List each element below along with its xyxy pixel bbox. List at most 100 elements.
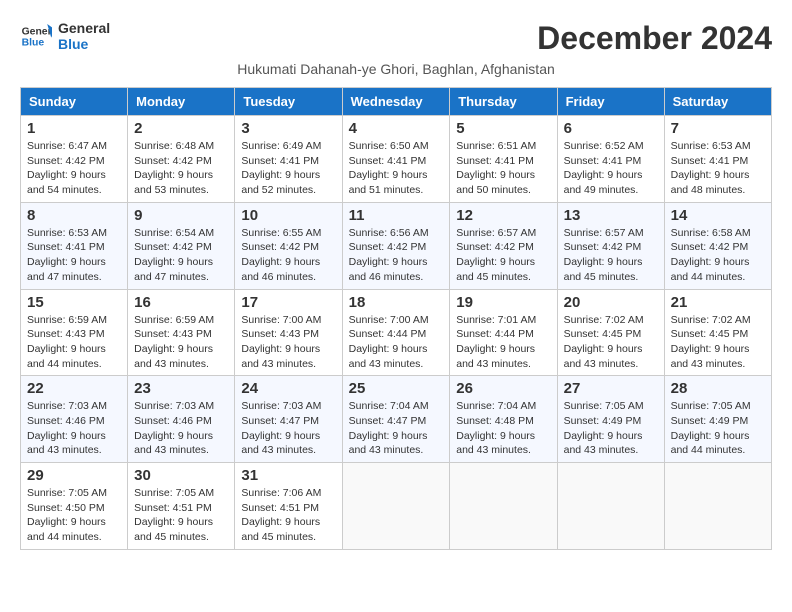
weekday-header-wednesday: Wednesday — [342, 88, 450, 116]
day-number: 8 — [27, 207, 121, 224]
calendar-table: SundayMondayTuesdayWednesdayThursdayFrid… — [20, 87, 772, 550]
svg-text:Blue: Blue — [22, 38, 45, 49]
day-info: Sunrise: 7:04 AM Sunset: 4:48 PM Dayligh… — [456, 399, 550, 458]
day-number: 26 — [456, 380, 550, 397]
calendar-week-5: 29 Sunrise: 7:05 AM Sunset: 4:50 PM Dayl… — [21, 463, 772, 550]
day-number: 1 — [27, 120, 121, 137]
day-number: 20 — [564, 294, 658, 311]
day-number: 17 — [241, 294, 335, 311]
calendar-day-3: 3 Sunrise: 6:49 AM Sunset: 4:41 PM Dayli… — [235, 116, 342, 203]
weekday-header-row: SundayMondayTuesdayWednesdayThursdayFrid… — [21, 88, 772, 116]
calendar-day-8: 8 Sunrise: 6:53 AM Sunset: 4:41 PM Dayli… — [21, 202, 128, 289]
day-info: Sunrise: 6:54 AM Sunset: 4:42 PM Dayligh… — [134, 226, 228, 285]
calendar-day-10: 10 Sunrise: 6:55 AM Sunset: 4:42 PM Dayl… — [235, 202, 342, 289]
day-info: Sunrise: 7:05 AM Sunset: 4:49 PM Dayligh… — [564, 399, 658, 458]
calendar-day-15: 15 Sunrise: 6:59 AM Sunset: 4:43 PM Dayl… — [21, 289, 128, 376]
day-number: 10 — [241, 207, 335, 224]
day-info: Sunrise: 7:03 AM Sunset: 4:47 PM Dayligh… — [241, 399, 335, 458]
subtitle: Hukumati Dahanah-ye Ghori, Baghlan, Afgh… — [20, 61, 772, 77]
calendar-day-27: 27 Sunrise: 7:05 AM Sunset: 4:49 PM Dayl… — [557, 376, 664, 463]
day-info: Sunrise: 6:49 AM Sunset: 4:41 PM Dayligh… — [241, 139, 335, 198]
calendar-week-1: 1 Sunrise: 6:47 AM Sunset: 4:42 PM Dayli… — [21, 116, 772, 203]
day-number: 16 — [134, 294, 228, 311]
calendar-day-14: 14 Sunrise: 6:58 AM Sunset: 4:42 PM Dayl… — [664, 202, 771, 289]
day-number: 9 — [134, 207, 228, 224]
day-number: 31 — [241, 467, 335, 484]
calendar-day-20: 20 Sunrise: 7:02 AM Sunset: 4:45 PM Dayl… — [557, 289, 664, 376]
day-number: 25 — [349, 380, 444, 397]
day-info: Sunrise: 6:59 AM Sunset: 4:43 PM Dayligh… — [134, 313, 228, 372]
day-info: Sunrise: 7:06 AM Sunset: 4:51 PM Dayligh… — [241, 486, 335, 545]
day-info: Sunrise: 7:05 AM Sunset: 4:51 PM Dayligh… — [134, 486, 228, 545]
day-info: Sunrise: 7:04 AM Sunset: 4:47 PM Dayligh… — [349, 399, 444, 458]
day-info: Sunrise: 6:51 AM Sunset: 4:41 PM Dayligh… — [456, 139, 550, 198]
logo-line2: Blue — [58, 36, 110, 52]
month-title: December 2024 — [537, 20, 772, 57]
day-number: 24 — [241, 380, 335, 397]
day-number: 18 — [349, 294, 444, 311]
calendar-day-1: 1 Sunrise: 6:47 AM Sunset: 4:42 PM Dayli… — [21, 116, 128, 203]
calendar-day-22: 22 Sunrise: 7:03 AM Sunset: 4:46 PM Dayl… — [21, 376, 128, 463]
calendar-day-25: 25 Sunrise: 7:04 AM Sunset: 4:47 PM Dayl… — [342, 376, 450, 463]
calendar-day-31: 31 Sunrise: 7:06 AM Sunset: 4:51 PM Dayl… — [235, 463, 342, 550]
day-number: 5 — [456, 120, 550, 137]
svg-text:General: General — [22, 26, 52, 37]
weekday-header-monday: Monday — [128, 88, 235, 116]
calendar-day-5: 5 Sunrise: 6:51 AM Sunset: 4:41 PM Dayli… — [450, 116, 557, 203]
day-info: Sunrise: 6:58 AM Sunset: 4:42 PM Dayligh… — [671, 226, 765, 285]
day-info: Sunrise: 7:00 AM Sunset: 4:43 PM Dayligh… — [241, 313, 335, 372]
calendar-week-4: 22 Sunrise: 7:03 AM Sunset: 4:46 PM Dayl… — [21, 376, 772, 463]
day-info: Sunrise: 7:01 AM Sunset: 4:44 PM Dayligh… — [456, 313, 550, 372]
day-number: 13 — [564, 207, 658, 224]
day-info: Sunrise: 7:02 AM Sunset: 4:45 PM Dayligh… — [671, 313, 765, 372]
day-info: Sunrise: 6:53 AM Sunset: 4:41 PM Dayligh… — [671, 139, 765, 198]
calendar-day-28: 28 Sunrise: 7:05 AM Sunset: 4:49 PM Dayl… — [664, 376, 771, 463]
weekday-header-thursday: Thursday — [450, 88, 557, 116]
calendar-day-11: 11 Sunrise: 6:56 AM Sunset: 4:42 PM Dayl… — [342, 202, 450, 289]
day-info: Sunrise: 6:47 AM Sunset: 4:42 PM Dayligh… — [27, 139, 121, 198]
day-number: 28 — [671, 380, 765, 397]
day-info: Sunrise: 6:59 AM Sunset: 4:43 PM Dayligh… — [27, 313, 121, 372]
day-info: Sunrise: 6:56 AM Sunset: 4:42 PM Dayligh… — [349, 226, 444, 285]
calendar-day-24: 24 Sunrise: 7:03 AM Sunset: 4:47 PM Dayl… — [235, 376, 342, 463]
day-number: 19 — [456, 294, 550, 311]
calendar-day-16: 16 Sunrise: 6:59 AM Sunset: 4:43 PM Dayl… — [128, 289, 235, 376]
calendar-day-12: 12 Sunrise: 6:57 AM Sunset: 4:42 PM Dayl… — [450, 202, 557, 289]
day-number: 29 — [27, 467, 121, 484]
calendar-day-29: 29 Sunrise: 7:05 AM Sunset: 4:50 PM Dayl… — [21, 463, 128, 550]
day-number: 3 — [241, 120, 335, 137]
logo: General Blue General Blue — [20, 20, 110, 52]
day-number: 15 — [27, 294, 121, 311]
day-number: 7 — [671, 120, 765, 137]
header: General Blue General Blue December 2024 — [20, 20, 772, 57]
day-number: 4 — [349, 120, 444, 137]
day-number: 6 — [564, 120, 658, 137]
calendar-day-4: 4 Sunrise: 6:50 AM Sunset: 4:41 PM Dayli… — [342, 116, 450, 203]
calendar-day-19: 19 Sunrise: 7:01 AM Sunset: 4:44 PM Dayl… — [450, 289, 557, 376]
day-info: Sunrise: 7:03 AM Sunset: 4:46 PM Dayligh… — [134, 399, 228, 458]
day-info: Sunrise: 6:50 AM Sunset: 4:41 PM Dayligh… — [349, 139, 444, 198]
calendar-day-17: 17 Sunrise: 7:00 AM Sunset: 4:43 PM Dayl… — [235, 289, 342, 376]
calendar-day-18: 18 Sunrise: 7:00 AM Sunset: 4:44 PM Dayl… — [342, 289, 450, 376]
day-number: 30 — [134, 467, 228, 484]
weekday-header-sunday: Sunday — [21, 88, 128, 116]
title-section: December 2024 — [537, 20, 772, 57]
weekday-header-saturday: Saturday — [664, 88, 771, 116]
day-info: Sunrise: 7:05 AM Sunset: 4:49 PM Dayligh… — [671, 399, 765, 458]
day-info: Sunrise: 7:05 AM Sunset: 4:50 PM Dayligh… — [27, 486, 121, 545]
day-info: Sunrise: 6:52 AM Sunset: 4:41 PM Dayligh… — [564, 139, 658, 198]
day-number: 22 — [27, 380, 121, 397]
calendar-day-9: 9 Sunrise: 6:54 AM Sunset: 4:42 PM Dayli… — [128, 202, 235, 289]
day-number: 12 — [456, 207, 550, 224]
calendar-day-26: 26 Sunrise: 7:04 AM Sunset: 4:48 PM Dayl… — [450, 376, 557, 463]
empty-cell — [557, 463, 664, 550]
calendar-day-2: 2 Sunrise: 6:48 AM Sunset: 4:42 PM Dayli… — [128, 116, 235, 203]
day-info: Sunrise: 6:57 AM Sunset: 4:42 PM Dayligh… — [564, 226, 658, 285]
day-info: Sunrise: 7:00 AM Sunset: 4:44 PM Dayligh… — [349, 313, 444, 372]
day-number: 23 — [134, 380, 228, 397]
calendar-day-13: 13 Sunrise: 6:57 AM Sunset: 4:42 PM Dayl… — [557, 202, 664, 289]
calendar-day-21: 21 Sunrise: 7:02 AM Sunset: 4:45 PM Dayl… — [664, 289, 771, 376]
day-info: Sunrise: 6:48 AM Sunset: 4:42 PM Dayligh… — [134, 139, 228, 198]
empty-cell — [342, 463, 450, 550]
day-info: Sunrise: 7:03 AM Sunset: 4:46 PM Dayligh… — [27, 399, 121, 458]
